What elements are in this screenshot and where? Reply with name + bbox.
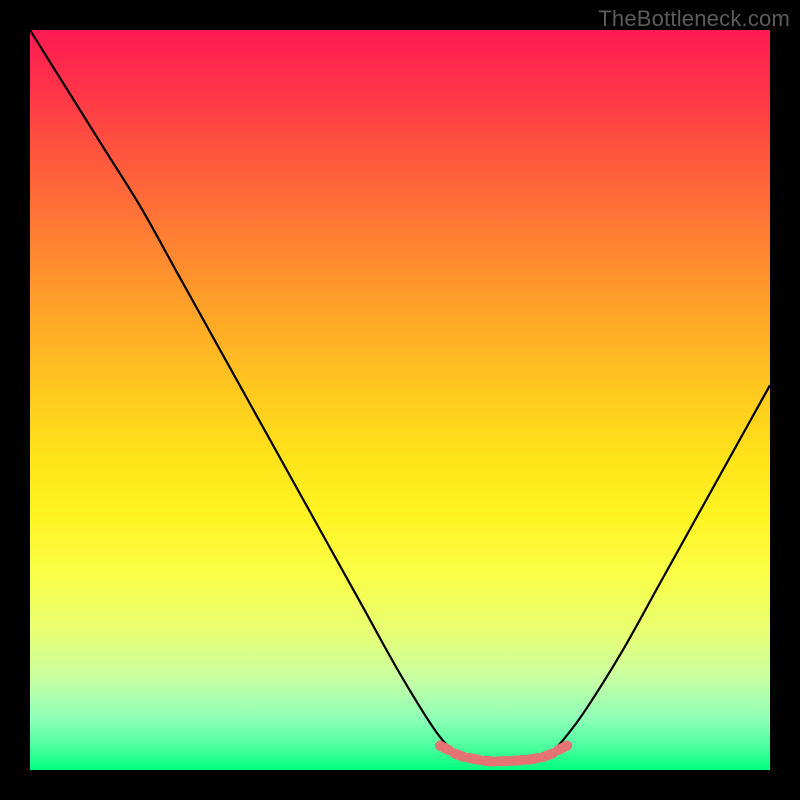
watermark-text: TheBottleneck.com — [598, 6, 790, 32]
plot-area — [30, 30, 770, 770]
highlight-dots-group — [433, 739, 574, 767]
chart-svg — [30, 30, 770, 770]
bottleneck-curve-line — [30, 30, 770, 763]
chart-container: TheBottleneck.com — [0, 0, 800, 800]
curve-path — [30, 30, 770, 763]
